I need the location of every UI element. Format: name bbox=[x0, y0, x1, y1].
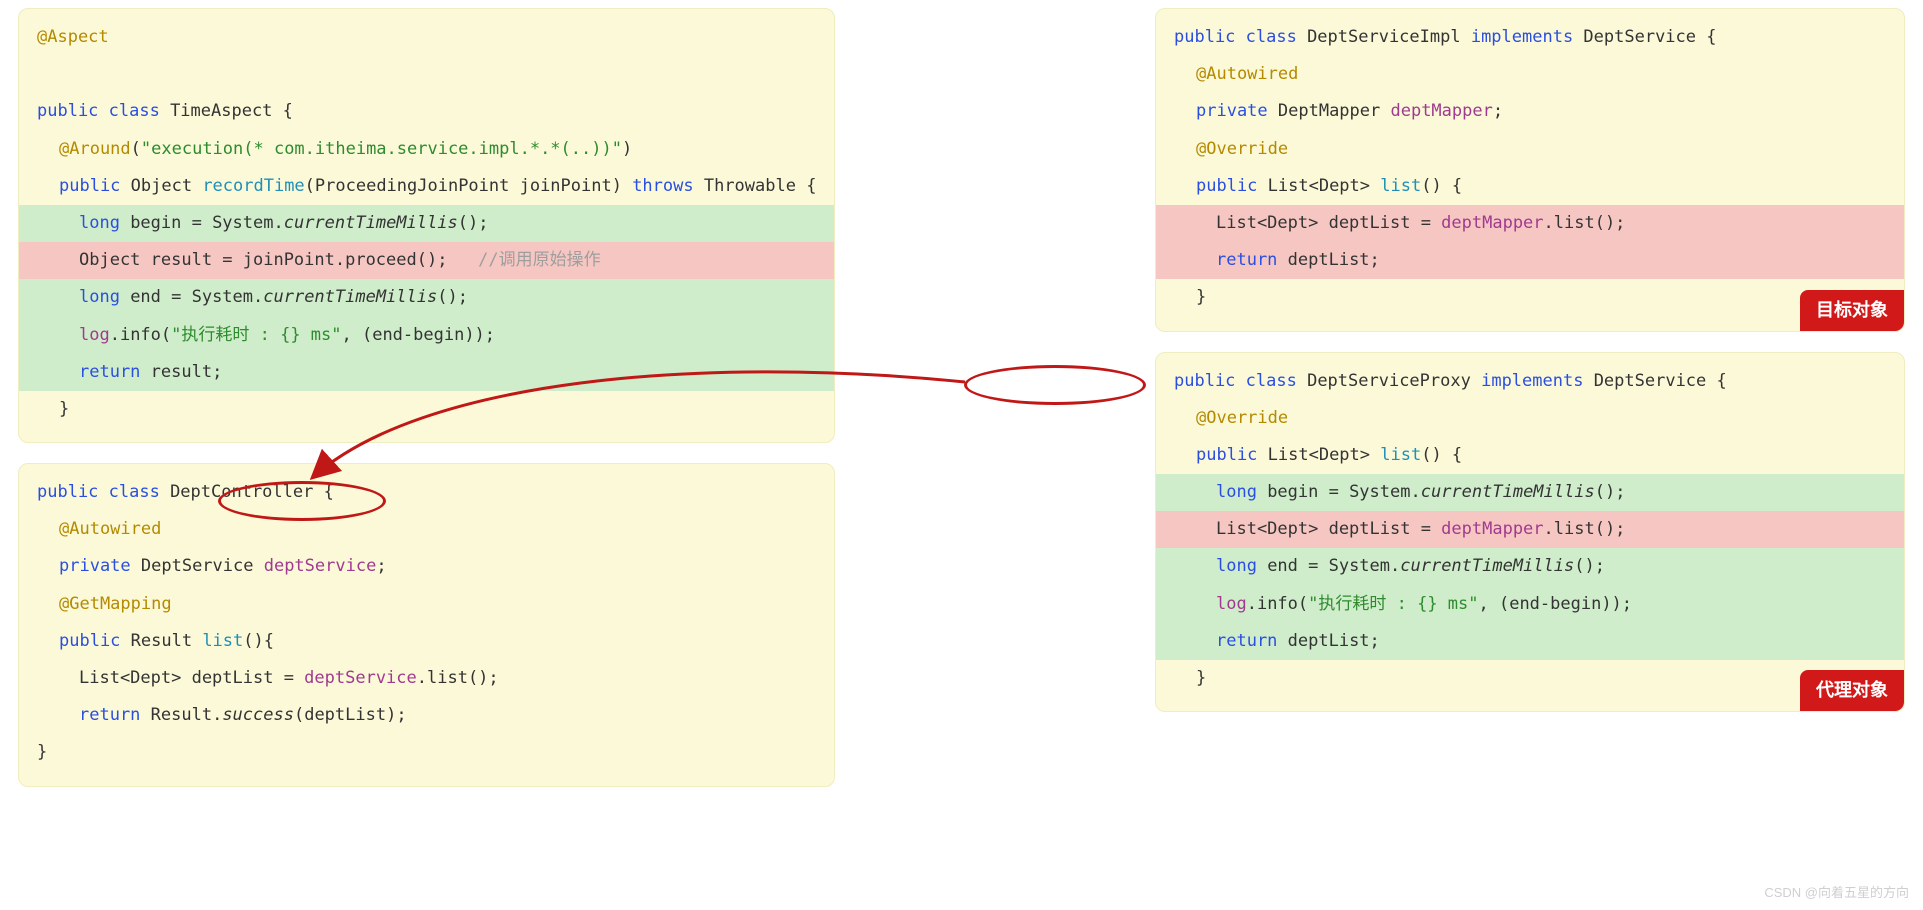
code-line-highlight-red: Object result = joinPoint.proceed(); //调… bbox=[19, 242, 834, 279]
code-line: public List<Dept> list() { bbox=[1156, 168, 1904, 205]
code-line-highlight-green: return deptList; bbox=[1156, 623, 1904, 660]
badge-target-object: 目标对象 bbox=[1800, 290, 1904, 331]
watermark: CSDN @向着五星的方向 bbox=[1764, 883, 1909, 904]
code-line: public class DeptServiceProxy implements… bbox=[1156, 363, 1904, 400]
code-line: } bbox=[1156, 660, 1904, 697]
code-line: @Override bbox=[1156, 400, 1904, 437]
code-line-highlight-green: long begin = System.currentTimeMillis(); bbox=[19, 205, 834, 242]
code-line: public List<Dept> list() { bbox=[1156, 437, 1904, 474]
code-line-highlight-green: return result; bbox=[19, 354, 834, 391]
code-line-highlight-green: long begin = System.currentTimeMillis(); bbox=[1156, 474, 1904, 511]
annotation: @Aspect bbox=[37, 27, 109, 47]
code-line: @Override bbox=[1156, 131, 1904, 168]
code-line-highlight-green: long end = System.currentTimeMillis(); bbox=[19, 279, 834, 316]
code-line: List<Dept> deptList = deptService.list()… bbox=[19, 660, 834, 697]
code-line bbox=[19, 56, 834, 93]
code-line: } bbox=[1156, 279, 1904, 316]
code-line-highlight-red: List<Dept> deptList = deptMapper.list(); bbox=[1156, 511, 1904, 548]
code-line: @GetMapping bbox=[19, 586, 834, 623]
left-column: @Aspect public class TimeAspect { @Aroun… bbox=[18, 8, 835, 787]
badge-proxy-object: 代理对象 bbox=[1800, 670, 1904, 711]
code-line-highlight-green: log.info("执行耗时 : {} ms", (end-begin)); bbox=[19, 317, 834, 354]
code-line: private DeptService deptService; bbox=[19, 548, 834, 585]
code-line: private DeptMapper deptMapper; bbox=[1156, 93, 1904, 130]
diagram-root: @Aspect public class TimeAspect { @Aroun… bbox=[0, 0, 1923, 910]
code-line: @Autowired bbox=[19, 511, 834, 548]
code-line: public class DeptController { bbox=[19, 474, 834, 511]
code-line: @Around("execution(* com.itheima.service… bbox=[19, 131, 834, 168]
panel-time-aspect: @Aspect public class TimeAspect { @Aroun… bbox=[18, 8, 835, 443]
panel-dept-service-impl: public class DeptServiceImpl implements … bbox=[1155, 8, 1905, 332]
code-line: public Result list(){ bbox=[19, 623, 834, 660]
code-line: return Result.success(deptList); bbox=[19, 697, 834, 734]
code-line-highlight-red: List<Dept> deptList = deptMapper.list(); bbox=[1156, 205, 1904, 242]
columns: @Aspect public class TimeAspect { @Aroun… bbox=[0, 0, 1923, 795]
panel-dept-service-proxy: public class DeptServiceProxy implements… bbox=[1155, 352, 1905, 713]
code-line-highlight-green: log.info("执行耗时 : {} ms", (end-begin)); bbox=[1156, 586, 1904, 623]
code-line: public class DeptServiceImpl implements … bbox=[1156, 19, 1904, 56]
code-line: } bbox=[19, 391, 834, 428]
code-line: @Autowired bbox=[1156, 56, 1904, 93]
code-line-highlight-red: return deptList; bbox=[1156, 242, 1904, 279]
code-line: public class TimeAspect { bbox=[19, 93, 834, 130]
right-column: public class DeptServiceImpl implements … bbox=[1155, 8, 1905, 787]
code-line: } bbox=[19, 734, 834, 771]
code-line: @Aspect bbox=[19, 19, 834, 56]
panel-dept-controller: public class DeptController { @Autowired… bbox=[18, 463, 835, 787]
code-line-highlight-green: long end = System.currentTimeMillis(); bbox=[1156, 548, 1904, 585]
code-line: public Object recordTime(ProceedingJoinP… bbox=[19, 168, 834, 205]
